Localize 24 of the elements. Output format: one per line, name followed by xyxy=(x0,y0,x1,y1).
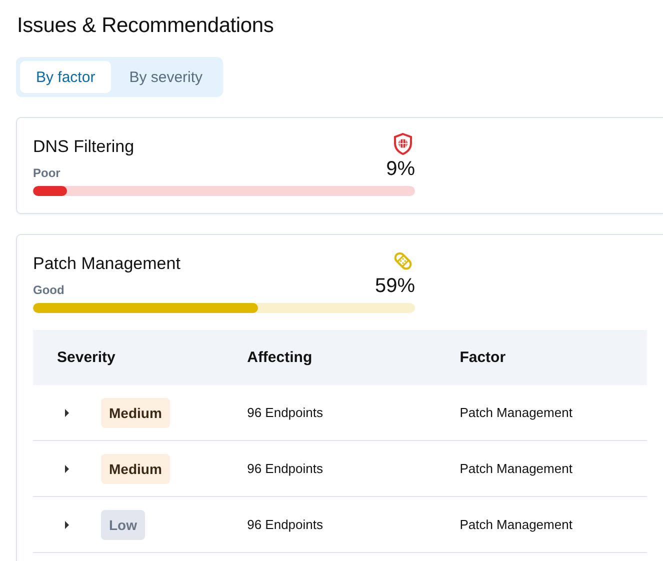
table-cell-text: Patch Management xyxy=(460,405,574,420)
column-header: Factor xyxy=(460,349,507,366)
factor-rating: Good xyxy=(33,283,66,297)
page-title: Issues & Recommendations xyxy=(17,13,275,39)
table-cell-text: Patch Management xyxy=(460,517,574,532)
severity-badge: Low xyxy=(101,510,145,540)
tab[interactable]: By factor xyxy=(20,61,112,93)
caret-icon[interactable] xyxy=(65,520,69,528)
column-header: Severity xyxy=(56,349,116,366)
factor-percent: 59% xyxy=(374,275,415,298)
column-header: Affecting xyxy=(247,349,314,366)
table-cell-text: 96 Endpoints xyxy=(247,517,324,532)
table-cell-text: 96 Endpoints xyxy=(247,461,324,476)
table-cell-text: Patch Management xyxy=(460,461,574,476)
caret-icon[interactable] xyxy=(65,464,69,472)
factor-rating: Poor xyxy=(33,166,62,180)
factor-name: Patch Management xyxy=(33,254,180,274)
table-cell-text: 96 Endpoints xyxy=(247,405,324,420)
severity-badge: Medium xyxy=(101,398,170,428)
severity-badge: Medium xyxy=(101,454,170,484)
factor-name: DNS Filtering xyxy=(33,137,134,157)
caret-icon[interactable] xyxy=(65,408,69,416)
factor-percent: 9% xyxy=(386,158,415,181)
tab[interactable]: By severity xyxy=(113,61,219,93)
